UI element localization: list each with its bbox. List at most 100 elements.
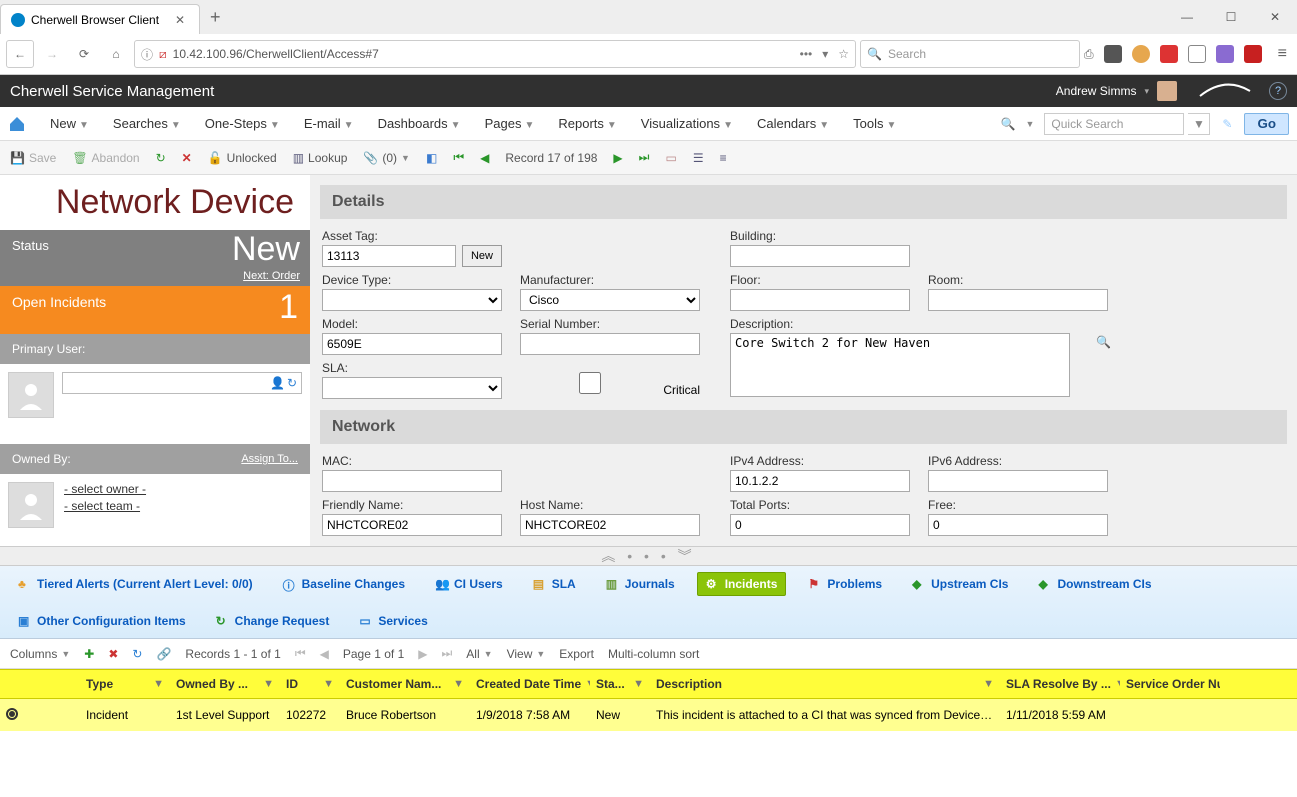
tab-journals[interactable]: ▥Journals — [598, 573, 683, 595]
first-record-button[interactable]: ⏮ — [453, 150, 464, 165]
menu-onesteps[interactable]: One-Steps▼ — [195, 112, 290, 135]
serial-input[interactable] — [520, 333, 700, 355]
mac-input[interactable] — [322, 470, 502, 492]
col-customer[interactable]: Customer Nam...▼ — [340, 677, 470, 691]
close-window-icon[interactable]: ✕ — [1253, 2, 1297, 32]
menu-calendars[interactable]: Calendars▼ — [747, 112, 839, 135]
prev-record-button[interactable]: ◀ — [480, 151, 489, 165]
ipv4-input[interactable] — [730, 470, 910, 492]
menu-email[interactable]: E-mail▼ — [294, 112, 364, 135]
reader-icon[interactable]: ▾ — [822, 47, 828, 61]
tab-downstream[interactable]: ◆Downstream CIs — [1030, 573, 1159, 595]
col-id[interactable]: ID▼ — [280, 677, 340, 691]
table-row[interactable]: Incident 1st Level Support 102272 Bruce … — [0, 699, 1297, 731]
last-record-button[interactable]: ⏭ — [639, 150, 650, 165]
new-row-button[interactable]: ✚ — [84, 647, 94, 661]
tab-baseline[interactable]: ⓘBaseline Changes — [275, 573, 413, 595]
menu-visualizations[interactable]: Visualizations▼ — [631, 112, 743, 135]
menu-new[interactable]: New▼ — [40, 112, 99, 135]
menu-pages[interactable]: Pages▼ — [475, 112, 545, 135]
go-button[interactable]: Go — [1244, 113, 1289, 135]
save-button[interactable]: 💾Save — [10, 151, 56, 165]
select-owner-link[interactable]: - select owner - — [64, 482, 146, 496]
menu-dashboards[interactable]: Dashboards▼ — [368, 112, 471, 135]
tab-ci-users[interactable]: 👥CI Users — [427, 573, 511, 595]
quick-search-dropdown[interactable]: ▼ — [1188, 113, 1210, 135]
refresh-grid-button[interactable]: ↻ — [132, 647, 142, 661]
sla-select[interactable] — [322, 377, 502, 399]
manufacturer-select[interactable]: Cisco — [520, 289, 700, 311]
reload-button[interactable]: ⟳ — [70, 40, 98, 68]
tab-upstream[interactable]: ◆Upstream CIs — [904, 573, 1016, 595]
export-button[interactable]: Export — [559, 647, 594, 661]
wand-icon[interactable]: ✎ — [1222, 117, 1232, 131]
browser-tab[interactable]: Cherwell Browser Client ✕ — [0, 4, 200, 34]
refresh-icon[interactable]: ↻ — [287, 376, 297, 390]
ext-icon[interactable] — [1160, 45, 1178, 63]
building-input[interactable] — [730, 245, 910, 267]
room-input[interactable] — [928, 289, 1108, 311]
open-incidents-card[interactable]: Open Incidents 1 — [0, 286, 310, 334]
unlocked-button[interactable]: 🔓Unlocked — [208, 151, 277, 165]
tab-sla[interactable]: ▤SLA — [525, 573, 584, 595]
more-icon[interactable]: ••• — [800, 47, 813, 61]
columns-button[interactable]: Columns▼ — [10, 647, 70, 661]
minimize-icon[interactable]: — — [1165, 2, 1209, 32]
zoom-icon[interactable]: 🔍 — [1096, 335, 1112, 351]
critical-checkbox[interactable] — [524, 372, 656, 394]
ipv6-input[interactable] — [928, 470, 1108, 492]
link-button[interactable]: 🔗 — [156, 647, 171, 661]
user-menu[interactable]: Andrew Simms ▾ — [1056, 81, 1177, 101]
menu-tools[interactable]: Tools▼ — [843, 112, 906, 135]
menu-icon[interactable]: ≡ — [1278, 45, 1287, 63]
col-owned-by[interactable]: Owned By ...▼ — [170, 677, 280, 691]
menu-reports[interactable]: Reports▼ — [548, 112, 626, 135]
attach-button[interactable]: 📎(0)▼ — [363, 151, 410, 165]
tab-oci[interactable]: ▣Other Configuration Items — [10, 610, 194, 632]
refresh-button[interactable]: ↻ — [156, 151, 166, 165]
new-asset-button[interactable]: New — [462, 245, 502, 267]
back-button[interactable]: ← — [6, 40, 34, 68]
ext-icon[interactable] — [1132, 45, 1150, 63]
home-icon[interactable] — [8, 115, 26, 133]
help-icon[interactable]: ? — [1269, 82, 1287, 100]
next-status-link[interactable]: Next: Order — [243, 270, 300, 282]
delete-button[interactable]: ✕ — [182, 151, 192, 165]
tab-services[interactable]: ▭Services — [351, 610, 435, 632]
model-input[interactable] — [322, 333, 502, 355]
view-grid-button[interactable]: ≡ — [720, 151, 727, 165]
tab-problems[interactable]: ⚑Problems — [800, 573, 890, 595]
primary-user-input[interactable]: 👤 ↻ — [62, 372, 302, 394]
menu-searches[interactable]: Searches▼ — [103, 112, 191, 135]
ext-icon[interactable] — [1104, 45, 1122, 63]
next-page-button[interactable]: ▶ — [418, 647, 427, 661]
view-form-button[interactable]: ▭ — [665, 151, 676, 165]
free-ports-input[interactable] — [928, 514, 1108, 536]
col-type[interactable]: Type▼ — [80, 677, 170, 691]
all-filter[interactable]: All▼ — [466, 647, 492, 661]
description-textarea[interactable]: Core Switch 2 for New Haven — [730, 333, 1070, 397]
next-record-button[interactable]: ▶ — [613, 151, 622, 165]
lookup-button[interactable]: ▥Lookup — [293, 151, 348, 165]
bookmark-icon[interactable]: ☆ — [838, 47, 849, 61]
tab-change-request[interactable]: ↻Change Request — [208, 610, 338, 632]
user-lookup-icon[interactable]: 👤 — [270, 376, 285, 390]
host-name-input[interactable] — [520, 514, 700, 536]
close-tab-icon[interactable]: ✕ — [171, 13, 189, 27]
maximize-icon[interactable]: ☐ — [1209, 2, 1253, 32]
floor-input[interactable] — [730, 289, 910, 311]
eraser-button[interactable]: ◧ — [426, 151, 437, 165]
url-bar[interactable]: ⓘ ⧄ 10.42.100.96/CherwellClient/Access#7… — [134, 40, 856, 68]
browser-search[interactable]: 🔍 Search — [860, 40, 1080, 68]
quick-search-input[interactable]: Quick Search — [1044, 113, 1184, 135]
col-description[interactable]: Description▼ — [650, 677, 1000, 691]
multi-sort-button[interactable]: Multi-column sort — [608, 647, 699, 661]
first-page-button[interactable]: ⏮ — [295, 646, 306, 661]
prev-page-button[interactable]: ◀ — [320, 647, 329, 661]
device-type-select[interactable] — [322, 289, 502, 311]
last-page-button[interactable]: ⏭ — [441, 646, 452, 661]
view-list-button[interactable]: ☰ — [693, 151, 704, 165]
forward-button[interactable]: → — [38, 40, 66, 68]
col-status[interactable]: Sta...▼ — [590, 677, 650, 691]
select-team-link[interactable]: - select team - — [64, 499, 146, 513]
